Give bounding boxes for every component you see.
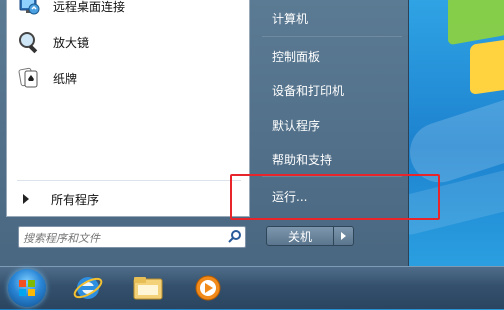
right-item-help-support[interactable]: 帮助和支持 [272, 146, 402, 172]
program-item-magnifier[interactable]: 放大镜 [7, 26, 249, 58]
programs-pane: 远程桌面连接 放大镜 纸牌 所有程序 [6, 0, 250, 217]
all-programs-label: 所有程序 [51, 192, 100, 207]
divider [17, 180, 241, 181]
shutdown-label: 关机 [287, 229, 312, 244]
program-item-solitaire[interactable]: 纸牌 [7, 62, 249, 94]
program-item-remote-desktop[interactable]: 远程桌面连接 [7, 0, 249, 22]
right-item-default-programs[interactable]: 默认程序 [272, 112, 402, 138]
shutdown-options-button[interactable] [334, 226, 354, 246]
shutdown-control: 关机 [266, 226, 356, 246]
divider [262, 36, 402, 37]
wallpaper-decoration [470, 39, 504, 95]
right-item-devices-printers[interactable]: 设备和打印机 [272, 77, 402, 103]
right-item-computer[interactable]: 计算机 [272, 5, 402, 31]
search-area [6, 216, 248, 266]
start-menu: 远程桌面连接 放大镜 纸牌 所有程序 搜索程序和文件 计算机 控制面板 设备和打… [0, 0, 409, 266]
media-player-icon[interactable] [182, 270, 234, 306]
remote-desktop-icon [17, 0, 41, 18]
arrow-right-icon [23, 194, 29, 204]
right-item-label: 设备和打印机 [272, 83, 345, 98]
start-orb-icon[interactable] [8, 269, 46, 307]
file-explorer-icon[interactable] [122, 270, 174, 306]
desktop-wallpaper [408, 0, 504, 266]
shutdown-button[interactable]: 关机 [266, 226, 334, 246]
arrow-right-icon [341, 232, 346, 240]
right-item-label: 帮助和支持 [272, 152, 333, 167]
internet-explorer-icon[interactable] [62, 270, 114, 306]
run-highlight-box [230, 174, 440, 220]
solitaire-icon [17, 66, 41, 90]
program-label: 纸牌 [53, 71, 78, 86]
program-label: 放大镜 [53, 35, 90, 50]
taskbar [0, 266, 504, 309]
right-item-label: 计算机 [272, 11, 309, 26]
program-label: 远程桌面连接 [53, 0, 126, 14]
right-item-label: 控制面板 [272, 49, 321, 64]
all-programs-button[interactable]: 所有程序 [7, 186, 249, 212]
magnifier-icon [17, 30, 41, 54]
search-icon[interactable] [227, 229, 243, 245]
right-item-control-panel[interactable]: 控制面板 [272, 43, 402, 69]
wallpaper-decoration [448, 0, 504, 46]
search-box[interactable] [18, 226, 246, 248]
right-item-label: 默认程序 [272, 118, 321, 133]
search-input[interactable] [21, 228, 221, 248]
